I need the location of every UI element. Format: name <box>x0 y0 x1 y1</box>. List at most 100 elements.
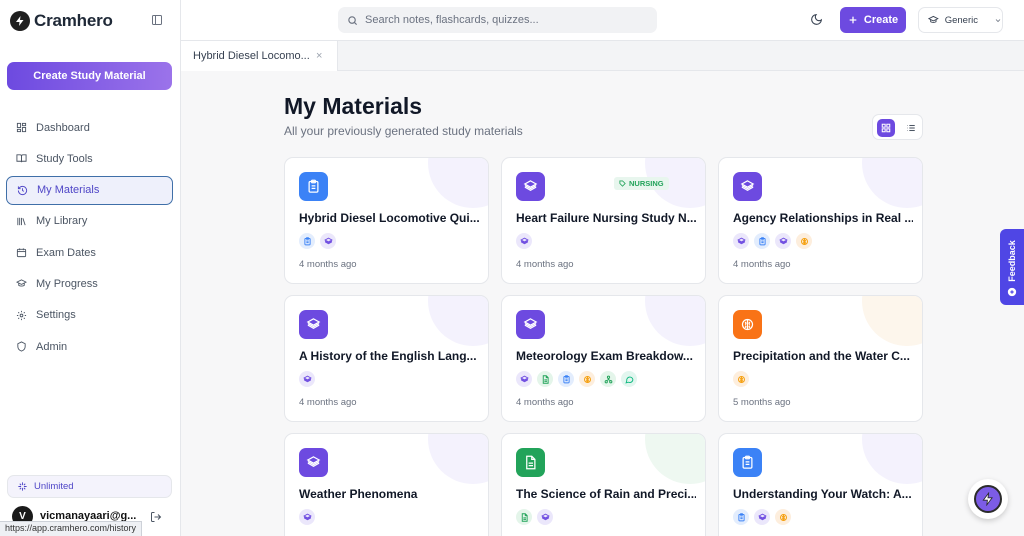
layers-icon <box>516 310 545 339</box>
doc-icon <box>537 371 553 387</box>
layers-icon <box>733 172 762 201</box>
card-decoration <box>645 434 705 484</box>
card-decoration <box>428 296 488 346</box>
layers-icon <box>299 448 328 477</box>
list-view-icon[interactable] <box>902 119 920 137</box>
sidebar-item-my-library[interactable]: My Library <box>6 207 173 236</box>
sidebar-item-my-progress[interactable]: My Progress <box>6 269 173 298</box>
document-icon <box>516 448 545 477</box>
card-timestamp: 4 months ago <box>299 397 357 408</box>
card-title: A History of the English Lang... <box>299 349 477 363</box>
clipboard-icon <box>733 509 749 525</box>
category-tag: NURSING <box>614 177 669 190</box>
category-tag-label: NURSING <box>629 179 664 188</box>
create-study-material-button[interactable]: Create Study Material <box>7 62 172 90</box>
material-card[interactable]: Weather Phenomena <box>284 433 489 536</box>
logout-icon[interactable] <box>150 510 162 522</box>
clipboard-icon <box>733 448 762 477</box>
card-content-types <box>516 371 637 387</box>
layers-icon <box>754 509 770 525</box>
card-timestamp: 4 months ago <box>516 259 574 270</box>
sidebar-item-label: Exam Dates <box>36 246 96 259</box>
card-timestamp: 4 months ago <box>299 259 357 270</box>
sidebar-item-label: Admin <box>36 340 68 353</box>
clipboard-icon <box>558 371 574 387</box>
feedback-label: Feedback <box>1007 240 1017 282</box>
card-content-types <box>299 233 336 249</box>
card-decoration <box>428 158 488 208</box>
graduation-cap-icon <box>16 279 27 287</box>
card-timestamp: 4 months ago <box>733 259 791 270</box>
material-card[interactable]: The Science of Rain and Preci... <box>501 433 706 536</box>
sidebar-item-admin[interactable]: Admin <box>6 332 173 361</box>
chat-icon <box>621 371 637 387</box>
search-bar[interactable] <box>338 7 657 33</box>
layers-icon <box>516 172 545 201</box>
tab-hybrid-diesel[interactable]: Hybrid Diesel Locomo... × <box>181 41 338 71</box>
feedback-tab[interactable]: Feedback <box>1000 229 1024 305</box>
tab-label: Hybrid Diesel Locomo... <box>193 50 310 62</box>
mode-label: Generic <box>944 14 978 26</box>
graduation-cap-icon <box>928 15 939 23</box>
card-timestamp: 4 months ago <box>516 397 574 408</box>
sidebar-item-label: My Progress <box>36 277 98 290</box>
material-card[interactable]: Meteorology Exam Breakdow... 4 months ago <box>501 295 706 422</box>
card-title: Agency Relationships in Real ... <box>733 211 913 225</box>
plan-badge[interactable]: Unlimited <box>7 475 172 498</box>
card-decoration <box>862 434 922 484</box>
layers-icon <box>516 233 532 249</box>
plan-label: Unlimited <box>34 481 74 492</box>
card-decoration <box>862 158 922 208</box>
library-icon <box>17 217 26 226</box>
card-content-types <box>733 509 791 525</box>
material-card[interactable]: Agency Relationships in Real ... 4 months… <box>718 157 923 284</box>
sidebar-item-settings[interactable]: Settings <box>6 301 173 330</box>
material-card[interactable]: Understanding Your Watch: A... <box>718 433 923 536</box>
material-card[interactable]: A History of the English Lang... 4 months… <box>284 295 489 422</box>
clipboard-icon <box>299 233 315 249</box>
card-title: Heart Failure Nursing Study N... <box>516 211 696 225</box>
sidebar-item-exam-dates[interactable]: Exam Dates <box>6 238 173 267</box>
sidebar-collapse-icon[interactable] <box>151 13 167 29</box>
feedback-icon <box>1007 287 1017 297</box>
material-card[interactable]: NURSING Heart Failure Nursing Study N... 4… <box>501 157 706 284</box>
page-title: My Materials <box>284 93 423 119</box>
create-button-label: Create <box>863 14 899 26</box>
sparkle-icon <box>18 482 27 491</box>
sidebar-item-study-tools[interactable]: Study Tools <box>6 144 173 173</box>
close-icon[interactable]: × <box>316 50 322 62</box>
dashboard-icon <box>16 122 27 133</box>
clipboard-icon <box>299 172 328 201</box>
sidebar-item-label: My Materials <box>37 184 100 197</box>
create-button[interactable]: Create <box>840 7 906 33</box>
status-bar-url: https://app.cramhero.com/history <box>0 521 143 536</box>
grid-view-icon[interactable] <box>877 119 895 137</box>
sidebar-item-label: Study Tools <box>36 152 93 165</box>
assistant-button[interactable] <box>968 479 1008 519</box>
brain-icon <box>775 509 791 525</box>
card-content-types <box>733 371 749 387</box>
gear-icon <box>16 310 27 320</box>
material-card[interactable]: Precipitation and the Water C... 5 months… <box>718 295 923 422</box>
sidebar-item-my-materials[interactable]: My Materials <box>6 175 173 205</box>
layers-icon <box>537 509 553 525</box>
calendar-icon <box>16 248 27 258</box>
doc-icon <box>516 509 532 525</box>
sidebar-item-dashboard[interactable]: Dashboard <box>6 113 173 142</box>
sidebar-item-label: Dashboard <box>36 121 90 134</box>
clipboard-icon <box>754 233 770 249</box>
card-decoration <box>428 434 488 484</box>
card-title: Hybrid Diesel Locomotive Qui... <box>299 211 479 225</box>
mode-selector[interactable]: Generic <box>918 7 1003 33</box>
card-timestamp: 5 months ago <box>733 397 791 408</box>
dark-mode-toggle-icon[interactable] <box>810 13 823 26</box>
app-name: Cramhero <box>34 11 113 30</box>
brain-icon <box>796 233 812 249</box>
lightning-icon <box>974 485 1002 513</box>
book-icon <box>16 154 27 163</box>
material-card[interactable]: Hybrid Diesel Locomotive Qui... 4 months … <box>284 157 489 284</box>
card-decoration <box>645 296 705 346</box>
card-content-types <box>299 371 315 387</box>
logo[interactable]: Cramhero <box>10 10 113 32</box>
search-input[interactable] <box>365 14 645 26</box>
